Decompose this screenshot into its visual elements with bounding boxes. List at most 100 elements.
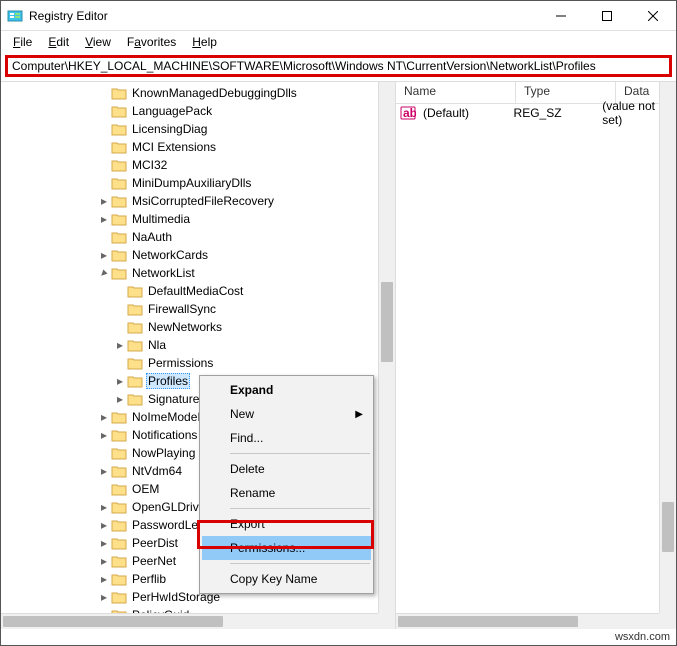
- folder-icon: [127, 338, 143, 352]
- folder-icon: [111, 446, 127, 460]
- expander-icon[interactable]: ▸: [113, 392, 127, 406]
- tree-node-label: Notifications: [130, 428, 199, 442]
- menu-file[interactable]: File: [7, 33, 38, 51]
- cm-export[interactable]: Export: [202, 512, 371, 536]
- tree-node-firewallsync[interactable]: FirewallSync: [1, 300, 395, 318]
- expander-icon[interactable]: ▸: [97, 572, 111, 586]
- menubar: File Edit View Favorites Help: [1, 31, 676, 53]
- tree-node-label: PeerNet: [130, 554, 178, 568]
- tree-node-msicorruptedfilerecovery[interactable]: ▸ MsiCorruptedFileRecovery: [1, 192, 395, 210]
- tree-node-multimedia[interactable]: ▸ Multimedia: [1, 210, 395, 228]
- folder-icon: [127, 320, 143, 334]
- tree-node-networklist[interactable]: ▾ NetworkList: [1, 264, 395, 282]
- values-pane[interactable]: Name Type Data ab (Default) REG_SZ (valu…: [396, 82, 676, 629]
- cm-rename-label: Rename: [230, 486, 275, 500]
- cm-rename[interactable]: Rename: [202, 481, 371, 505]
- expander-icon[interactable]: ▸: [97, 590, 111, 604]
- expander-icon[interactable]: ▸: [97, 194, 111, 208]
- tree-node-permissions[interactable]: Permissions: [1, 354, 395, 372]
- tree-node-label: NaAuth: [130, 230, 174, 244]
- tree-node-languagepack[interactable]: LanguagePack: [1, 102, 395, 120]
- folder-icon: [111, 104, 127, 118]
- values-vscroll-thumb[interactable]: [662, 502, 674, 552]
- cm-delete[interactable]: Delete: [202, 457, 371, 481]
- expander-icon[interactable]: ▸: [97, 518, 111, 532]
- folder-icon: [111, 482, 127, 496]
- folder-icon: [111, 410, 127, 424]
- menu-edit[interactable]: Edit: [42, 33, 75, 51]
- folder-icon: [111, 554, 127, 568]
- value-name: (Default): [419, 106, 510, 120]
- folder-icon: [111, 86, 127, 100]
- tree-node-label: OEM: [130, 482, 161, 496]
- maximize-button[interactable]: [584, 1, 630, 31]
- cm-delete-label: Delete: [230, 462, 265, 476]
- folder-icon: [127, 356, 143, 370]
- value-type: REG_SZ: [510, 106, 599, 120]
- folder-icon: [111, 122, 127, 136]
- menu-view[interactable]: View: [79, 33, 117, 51]
- close-button[interactable]: [630, 1, 676, 31]
- minimize-button[interactable]: [538, 1, 584, 31]
- expander-icon[interactable]: ▸: [97, 464, 111, 478]
- values-scrollbar-vertical[interactable]: [659, 82, 676, 613]
- cm-permissions[interactable]: Permissions...: [202, 536, 371, 560]
- tree-node-defaultmediacost[interactable]: DefaultMediaCost: [1, 282, 395, 300]
- cm-copy-key-name[interactable]: Copy Key Name: [202, 567, 371, 591]
- tree-node-minidumpauxiliarydlls[interactable]: MiniDumpAuxiliaryDlls: [1, 174, 395, 192]
- address-bar[interactable]: Computer\HKEY_LOCAL_MACHINE\SOFTWARE\Mic…: [5, 55, 672, 77]
- expander-icon[interactable]: ▸: [97, 500, 111, 514]
- scroll-corner: [378, 613, 395, 629]
- menu-help[interactable]: Help: [186, 33, 223, 51]
- expander-icon[interactable]: ▸: [97, 410, 111, 424]
- values-scrollbar-horizontal[interactable]: [396, 613, 659, 629]
- regedit-icon: [7, 8, 23, 24]
- tree-node-label: NowPlaying: [130, 446, 197, 460]
- tree-node-naauth[interactable]: NaAuth: [1, 228, 395, 246]
- folder-icon: [127, 392, 143, 406]
- expander-icon[interactable]: ▸: [97, 248, 111, 262]
- tree-scroll-thumb[interactable]: [381, 282, 393, 362]
- tree-node-networkcards[interactable]: ▸NetworkCards: [1, 246, 395, 264]
- tree-node-knownmanageddebuggingdlls[interactable]: KnownManagedDebuggingDlls: [1, 84, 395, 102]
- values-hscroll-thumb[interactable]: [398, 616, 578, 627]
- cm-new[interactable]: New▶: [202, 402, 371, 426]
- folder-icon: [111, 158, 127, 172]
- expander-icon[interactable]: ▸: [113, 338, 127, 352]
- tree-scrollbar-horizontal[interactable]: [1, 613, 378, 629]
- col-name[interactable]: Name: [396, 82, 516, 103]
- expander-icon[interactable]: ▸: [97, 554, 111, 568]
- context-menu: Expand New▶ Find... Delete Rename Export…: [199, 375, 374, 594]
- folder-icon: [127, 302, 143, 316]
- expander-icon[interactable]: ▸: [97, 536, 111, 550]
- tree-node-label: MCI Extensions: [130, 140, 218, 154]
- tree-node-label: MsiCorruptedFileRecovery: [130, 194, 276, 208]
- tree-node-licensingdiag[interactable]: LicensingDiag: [1, 120, 395, 138]
- expander-icon[interactable]: ▸: [97, 212, 111, 226]
- string-value-icon: ab: [400, 105, 416, 121]
- folder-icon: [111, 518, 127, 532]
- tree-hscroll-thumb[interactable]: [3, 616, 223, 627]
- tree-scrollbar-vertical[interactable]: [378, 82, 395, 613]
- folder-icon: [111, 428, 127, 442]
- tree-node-label: Multimedia: [130, 212, 192, 226]
- cm-expand[interactable]: Expand: [202, 378, 371, 402]
- folder-icon: [127, 374, 143, 388]
- folder-icon: [127, 284, 143, 298]
- value-row[interactable]: ab (Default) REG_SZ (value not set): [396, 104, 676, 122]
- expander-icon[interactable]: ▸: [113, 374, 127, 388]
- address-text: Computer\HKEY_LOCAL_MACHINE\SOFTWARE\Mic…: [12, 59, 596, 73]
- tree-node-label: NetworkList: [130, 266, 197, 280]
- tree-node-newnetworks[interactable]: NewNetworks: [1, 318, 395, 336]
- tree-node-mci32[interactable]: MCI32: [1, 156, 395, 174]
- expander-icon[interactable]: ▾: [97, 266, 111, 280]
- tree-node-nla[interactable]: ▸ Nla: [1, 336, 395, 354]
- tree-node-mci-extensions[interactable]: MCI Extensions: [1, 138, 395, 156]
- cm-find[interactable]: Find...: [202, 426, 371, 450]
- tree-node-label: Nla: [146, 338, 168, 352]
- tree-node-label: KnownManagedDebuggingDlls: [130, 86, 299, 100]
- folder-icon: [111, 248, 127, 262]
- menu-favorites[interactable]: Favorites: [121, 33, 182, 51]
- expander-icon[interactable]: ▸: [97, 428, 111, 442]
- cm-expand-label: Expand: [230, 383, 273, 397]
